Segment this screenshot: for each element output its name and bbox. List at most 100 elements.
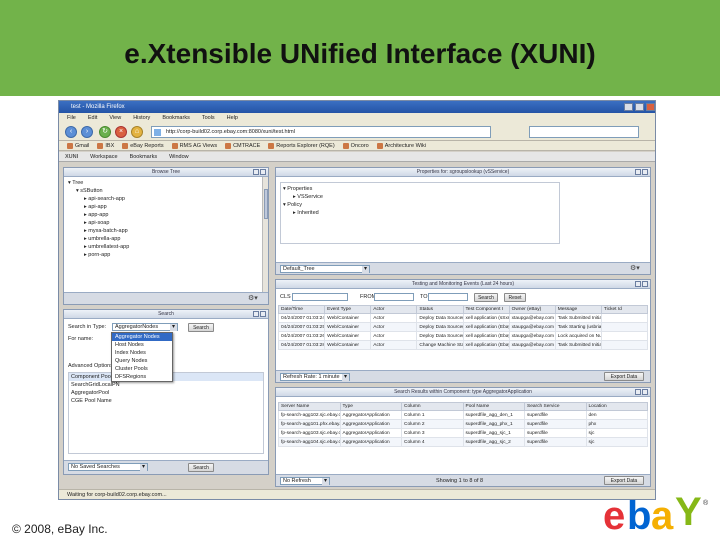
table-row[interactable]: fp-search-agg103.sjc.ebay.comAggregatorA… — [278, 428, 648, 438]
stop-icon[interactable]: × — [115, 126, 127, 138]
minimize-icon[interactable] — [635, 389, 641, 395]
bookmark-item[interactable]: Architecture Wiki — [376, 141, 426, 150]
forward-icon[interactable]: › — [81, 126, 93, 138]
export-data-button[interactable]: Export Data — [604, 476, 644, 485]
close-icon[interactable] — [646, 103, 655, 111]
list-item[interactable]: AggregatorPool — [69, 389, 263, 397]
table-row[interactable]: fp-search-agg102.sjc.ebay.comAggregatorA… — [278, 410, 648, 420]
column-header[interactable]: Owner (eBay) — [508, 305, 556, 314]
dropdown-option[interactable]: DFSRegions — [112, 373, 172, 381]
minimize-icon[interactable] — [635, 169, 641, 175]
dropdown-option[interactable]: Cluster Pools — [112, 365, 172, 373]
column-header[interactable]: Search Service — [524, 402, 587, 411]
minimize-icon[interactable] — [635, 281, 641, 287]
tree-item[interactable]: ▸ umbrella-app — [68, 235, 264, 243]
tree-item[interactable]: ▸ api-search-app — [68, 195, 264, 203]
tree-item[interactable]: ▾ Policy — [283, 201, 557, 209]
tree-item[interactable]: ▾ sSButton — [68, 187, 264, 195]
bookmark-item[interactable]: Gmail — [67, 141, 89, 150]
search-input[interactable] — [529, 126, 639, 138]
vertical-scrollbar[interactable] — [262, 177, 268, 304]
table-row[interactable]: fp-search-agg104.sjc.ebay.comAggregatorA… — [278, 437, 648, 447]
gear-icon[interactable]: ⚙▾ — [630, 264, 646, 273]
column-header[interactable]: Type — [339, 402, 402, 411]
list-item[interactable]: SearchGridLocalPN — [69, 381, 263, 389]
close-icon[interactable] — [642, 389, 648, 395]
reset-button[interactable]: Reset — [504, 293, 526, 302]
tree-filter-select[interactable]: Default_Tree — [280, 265, 370, 273]
table-row[interactable]: 04/24/2007 01:03:24 Web/Container Actor Dep… — [277, 313, 649, 323]
tree-item[interactable]: ▸ myxa-batch-app — [68, 227, 264, 235]
table-row[interactable]: 04/24/2007 01:03:28 Web/Container Actor Cha… — [277, 340, 649, 350]
list-item[interactable]: CGE Pool Name — [69, 397, 263, 405]
column-header[interactable]: Ticket Id — [600, 305, 649, 314]
menu-history[interactable]: History — [133, 113, 150, 123]
column-header[interactable]: Date/Time — [277, 305, 326, 314]
reload-icon[interactable]: ↻ — [99, 126, 111, 138]
url-bar[interactable]: http://corp-build02.corp.ebay.com:8080/x… — [151, 126, 491, 138]
search-button[interactable]: Search — [188, 463, 214, 472]
tree-item[interactable]: ▸ api-soap — [68, 219, 264, 227]
tree-item[interactable]: ▸ umbrellatest-app — [68, 243, 264, 251]
close-icon[interactable] — [642, 281, 648, 287]
minimize-icon[interactable] — [253, 169, 259, 175]
search-type-select[interactable]: AggregatorNodes — [112, 323, 178, 331]
bookmark-item[interactable]: Oncoro — [342, 141, 369, 150]
dropdown-option[interactable]: Query Nodes — [112, 357, 172, 365]
refresh-rate-select[interactable]: Refresh Rate: 1 minute — [280, 373, 350, 381]
bookmark-item[interactable]: IBX — [97, 141, 114, 150]
close-icon[interactable] — [260, 169, 266, 175]
dropdown-option[interactable]: Index Nodes — [112, 349, 172, 357]
tree-item[interactable]: ▸ Inherited — [283, 209, 557, 217]
home-icon[interactable]: ⌂ — [131, 126, 143, 138]
bookmark-item[interactable]: Reports Explorer (RQE) — [268, 141, 335, 150]
saved-searches-select[interactable]: No Saved Searches — [68, 463, 148, 471]
tree-item[interactable]: ▸ app-app — [68, 211, 264, 219]
tree-item[interactable]: ▾ Properties — [283, 185, 557, 193]
dropdown-option[interactable]: Host Nodes — [112, 341, 172, 349]
bookmark-item[interactable]: eBay Reports — [122, 141, 164, 150]
app-menu-workspace[interactable]: Workspace — [90, 152, 117, 161]
back-icon[interactable]: ‹ — [65, 126, 77, 138]
dropdown-option[interactable]: Aggregator Nodes — [112, 333, 172, 341]
close-icon[interactable] — [642, 169, 648, 175]
export-data-button[interactable]: Export Data — [604, 372, 644, 381]
menu-edit[interactable]: Edit — [88, 113, 97, 123]
menu-bookmarks[interactable]: Bookmarks — [162, 113, 190, 123]
column-header[interactable]: Event Type — [324, 305, 372, 314]
menu-tools[interactable]: Tools — [202, 113, 215, 123]
table-row[interactable]: fp-search-agg101.phx.ebay.comAggregatorA… — [278, 419, 648, 429]
maximize-icon[interactable] — [635, 103, 644, 111]
column-header[interactable]: Message — [554, 305, 602, 314]
minimize-icon[interactable] — [253, 311, 259, 317]
table-row[interactable]: 04/24/2007 01:03:26 Web/Container Actor Dep… — [277, 331, 649, 341]
table-row[interactable]: 04/24/2007 01:03:25 Web/Container Actor Dep… — [277, 322, 649, 332]
close-icon[interactable] — [260, 311, 266, 317]
bookmark-item[interactable]: CMTRACE — [225, 141, 260, 150]
column-header[interactable]: Pool Name — [462, 402, 525, 411]
gear-icon[interactable]: ⚙▾ — [248, 294, 264, 303]
app-menu-bookmarks[interactable]: Bookmarks — [130, 152, 158, 161]
column-header[interactable]: Column — [401, 402, 464, 411]
tree-item[interactable]: ▸ api-app — [68, 203, 264, 211]
column-header[interactable]: Actor — [370, 305, 418, 314]
to-input[interactable] — [428, 293, 468, 301]
tree-item[interactable]: ▾ Tree — [68, 179, 264, 187]
menu-help[interactable]: Help — [227, 113, 238, 123]
menu-view[interactable]: View — [109, 113, 121, 123]
search-button[interactable]: Search — [474, 293, 498, 302]
column-header[interactable]: Status — [416, 305, 464, 314]
app-menu-window[interactable]: Window — [169, 152, 189, 161]
bookmark-item[interactable]: RMS AG Views — [171, 141, 217, 150]
tree-item[interactable]: ▸ VSService — [283, 193, 557, 201]
advanced-options-label[interactable]: Advanced Options — [68, 363, 113, 369]
column-header[interactable]: Location — [585, 402, 648, 411]
search-button[interactable]: Search — [188, 323, 214, 332]
tree-item[interactable]: ▸ porn-app — [68, 251, 264, 259]
minimize-icon[interactable] — [624, 103, 633, 111]
cls-input[interactable] — [292, 293, 348, 301]
refresh-select[interactable]: No Refresh — [280, 477, 330, 485]
column-header[interactable]: Server Name — [278, 402, 341, 411]
from-input[interactable] — [374, 293, 414, 301]
menu-file[interactable]: File — [67, 113, 76, 123]
